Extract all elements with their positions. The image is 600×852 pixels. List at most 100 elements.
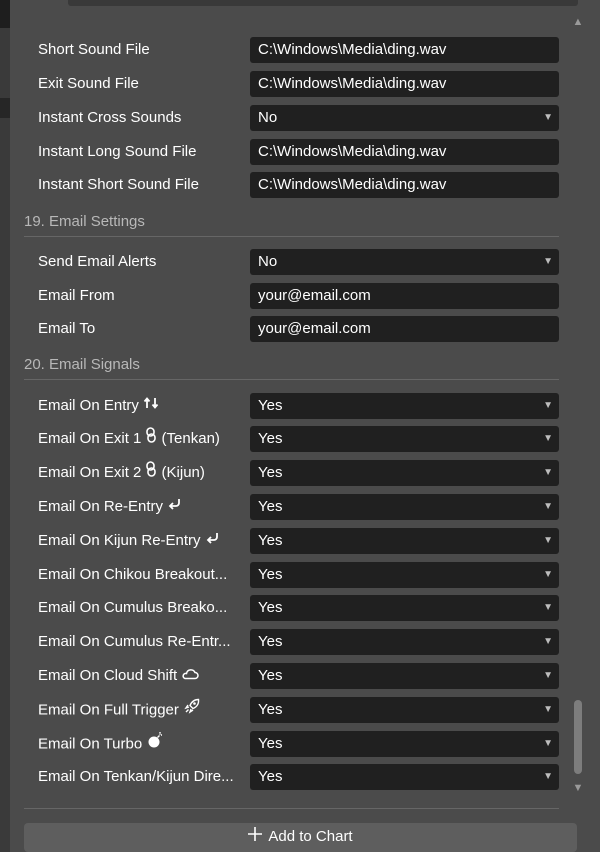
- setting-label: Email On Kijun Re-Entry: [38, 528, 221, 554]
- label-text: Email On Entry: [38, 397, 139, 414]
- setting-label: Email On Entry: [38, 393, 159, 419]
- scrollbar-thumb[interactable]: [574, 700, 582, 774]
- email-to-input[interactable]: your@email.com: [250, 316, 559, 342]
- select-value: Yes: [258, 566, 283, 583]
- add-to-chart-button[interactable]: Add to Chart: [24, 823, 577, 852]
- row-exit-sound-file: Exit Sound File C:\Windows\Media\ding.wa…: [0, 71, 570, 97]
- label-text: Email On Turbo: [38, 735, 143, 753]
- setting-label: Instant Short Sound File: [38, 176, 199, 193]
- dropdown-caret-icon: ▼: [543, 433, 553, 444]
- section-title-email-signals: 20. Email Signals: [24, 356, 140, 373]
- email-on-turbo-select[interactable]: Yes ▼: [250, 731, 559, 757]
- plus-icon: [248, 823, 263, 851]
- select-value: Yes: [258, 633, 283, 650]
- email-on-full-trigger-select[interactable]: Yes ▼: [250, 697, 559, 723]
- email-on-chikou-breakout-select[interactable]: Yes ▼: [250, 562, 559, 588]
- select-value: Yes: [258, 430, 283, 447]
- setting-label: Email On Exit 1 (Tenkan): [38, 426, 220, 452]
- select-value: Yes: [258, 768, 283, 785]
- row-email-from: Email From your@email.com: [0, 283, 570, 309]
- setting-label: Email From: [38, 287, 115, 304]
- setting-label: Email On Exit 2 (Kijun): [38, 460, 205, 486]
- add-to-chart-label: Add to Chart: [268, 828, 353, 845]
- row-instant-short-sound-file: Instant Short Sound File C:\Windows\Medi…: [0, 172, 570, 198]
- dropdown-caret-icon: ▼: [543, 670, 553, 681]
- label-text: Email On Cloud Shift: [38, 667, 178, 684]
- select-value: No: [258, 253, 278, 270]
- setting-label: Email To: [38, 320, 96, 337]
- dropdown-caret-icon: ▼: [543, 467, 553, 478]
- email-on-exit-1-select[interactable]: Yes ▼: [250, 426, 559, 452]
- top-cutoff-row: [68, 0, 578, 6]
- label-text: Email On Full Trigger: [38, 701, 179, 719]
- setting-label: Email On Cumulus Re-Entr...: [38, 633, 231, 650]
- send-email-alerts-select[interactable]: No ▼: [250, 249, 559, 275]
- dropdown-caret-icon: ▼: [543, 256, 553, 267]
- settings-panel: Short Sound File C:\Windows\Media\ding.w…: [0, 0, 600, 852]
- row-email-to: Email To your@email.com: [0, 316, 570, 342]
- instant-cross-sounds-select[interactable]: No ▼: [250, 105, 559, 131]
- row-email-on-exit-2: Email On Exit 2 (Kijun) Yes ▼: [0, 460, 570, 486]
- dropdown-caret-icon: ▼: [543, 569, 553, 580]
- row-short-sound-file: Short Sound File C:\Windows\Media\ding.w…: [0, 37, 570, 63]
- return-arrow-icon: [205, 528, 221, 554]
- section-divider: [24, 236, 559, 237]
- dropdown-caret-icon: ▼: [543, 602, 553, 613]
- scroll-down-arrow-icon[interactable]: ▼: [572, 782, 584, 794]
- dropdown-caret-icon: ▼: [543, 636, 553, 647]
- email-on-tenkan-kijun-direction-select[interactable]: Yes ▼: [250, 764, 559, 790]
- row-instant-cross-sounds: Instant Cross Sounds No ▼: [0, 105, 570, 131]
- email-on-kijun-re-entry-select[interactable]: Yes ▼: [250, 528, 559, 554]
- setting-label: Email On Cloud Shift: [38, 663, 199, 689]
- dropdown-caret-icon: ▼: [543, 400, 553, 411]
- row-email-on-full-trigger: Email On Full Trigger Yes ▼: [0, 697, 570, 723]
- setting-label: Email On Tenkan/Kijun Dire...: [38, 768, 234, 785]
- row-email-on-exit-1: Email On Exit 1 (Tenkan) Yes ▼: [0, 426, 570, 452]
- select-value: No: [258, 109, 278, 126]
- label-text: Email On Exit 1: [38, 430, 142, 447]
- footer-divider: [24, 808, 559, 809]
- email-on-entry-select[interactable]: Yes ▼: [250, 393, 559, 419]
- short-sound-file-input[interactable]: C:\Windows\Media\ding.wav: [250, 37, 559, 63]
- select-value: Yes: [258, 701, 283, 718]
- up-down-arrows-icon: [143, 393, 159, 419]
- label-suffix: (Tenkan): [161, 430, 220, 447]
- label-suffix: (Kijun): [161, 464, 205, 481]
- dropdown-caret-icon: ▼: [543, 738, 553, 749]
- instant-short-sound-file-input[interactable]: C:\Windows\Media\ding.wav: [250, 172, 559, 198]
- dropdown-caret-icon: ▼: [543, 771, 553, 782]
- setting-label: Email On Full Trigger: [38, 697, 201, 723]
- email-from-input[interactable]: your@email.com: [250, 283, 559, 309]
- select-value: Yes: [258, 599, 283, 616]
- label-text: Email On Re-Entry: [38, 498, 164, 515]
- dropdown-caret-icon: ▼: [543, 704, 553, 715]
- bomb-icon: [146, 731, 164, 758]
- setting-label: Instant Long Sound File: [38, 143, 197, 160]
- email-on-cumulus-re-entry-select[interactable]: Yes ▼: [250, 629, 559, 655]
- chain-link-icon: [145, 460, 157, 486]
- row-email-on-cumulus-re-entry: Email On Cumulus Re-Entr... Yes ▼: [0, 629, 570, 655]
- row-email-on-tenkan-kijun-direction: Email On Tenkan/Kijun Dire... Yes ▼: [0, 764, 570, 790]
- scroll-up-arrow-icon[interactable]: ▲: [572, 16, 584, 28]
- select-value: Yes: [258, 735, 283, 752]
- row-email-on-turbo: Email On Turbo Yes ▼: [0, 731, 570, 757]
- instant-long-sound-file-input[interactable]: C:\Windows\Media\ding.wav: [250, 139, 559, 165]
- email-on-cloud-shift-select[interactable]: Yes ▼: [250, 663, 559, 689]
- select-value: Yes: [258, 464, 283, 481]
- row-email-on-chikou-breakout: Email On Chikou Breakout... Yes ▼: [0, 562, 570, 588]
- email-on-cumulus-breakout-select[interactable]: Yes ▼: [250, 595, 559, 621]
- setting-label: Email On Re-Entry: [38, 494, 183, 520]
- email-on-exit-2-select[interactable]: Yes ▼: [250, 460, 559, 486]
- select-value: Yes: [258, 498, 283, 515]
- email-on-re-entry-select[interactable]: Yes ▼: [250, 494, 559, 520]
- cloud-icon: [181, 663, 199, 689]
- row-instant-long-sound-file: Instant Long Sound File C:\Windows\Media…: [0, 139, 570, 165]
- setting-label: Email On Chikou Breakout...: [38, 566, 228, 583]
- chain-link-icon: [145, 426, 157, 452]
- setting-label: Exit Sound File: [38, 75, 139, 92]
- exit-sound-file-input[interactable]: C:\Windows\Media\ding.wav: [250, 71, 559, 97]
- row-send-email-alerts: Send Email Alerts No ▼: [0, 249, 570, 275]
- row-email-on-kijun-re-entry: Email On Kijun Re-Entry Yes ▼: [0, 528, 570, 554]
- row-email-on-re-entry: Email On Re-Entry Yes ▼: [0, 494, 570, 520]
- select-value: Yes: [258, 667, 283, 684]
